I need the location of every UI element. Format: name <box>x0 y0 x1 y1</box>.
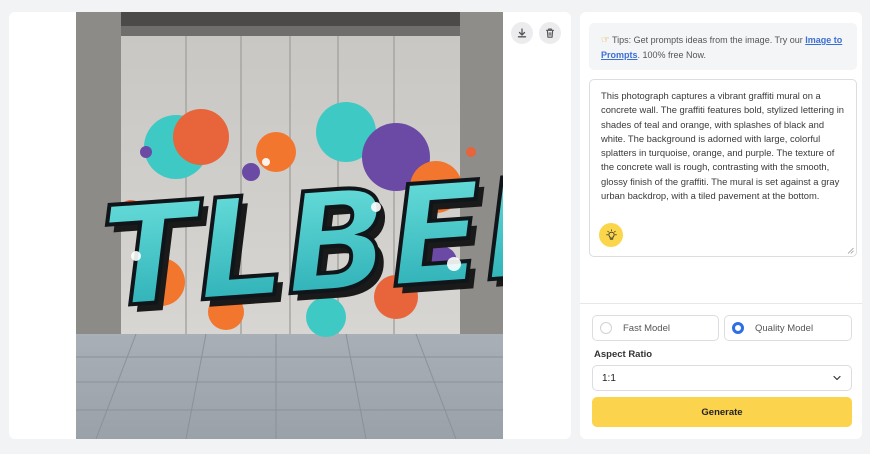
generated-image[interactable]: TLBER TLBER <box>76 12 503 439</box>
aspect-ratio-select[interactable]: 1:1 <box>592 365 852 391</box>
aspect-ratio-value: 1:1 <box>602 372 616 384</box>
fast-model-label: Fast Model <box>623 322 670 334</box>
tips-text: Tips: Get prompts ideas from the image. … <box>611 35 806 45</box>
control-panel: ☞ Tips: Get prompts ideas from the image.… <box>580 12 862 439</box>
fast-model-option[interactable]: Fast Model <box>592 315 719 341</box>
delete-button[interactable] <box>539 22 561 44</box>
download-icon <box>517 28 527 38</box>
generate-button[interactable]: Generate <box>592 397 852 427</box>
svg-text:TLBER: TLBER <box>97 144 503 339</box>
prompt-ideas-button[interactable] <box>599 223 623 247</box>
tips-text-end: . 100% free Now. <box>637 50 707 60</box>
section-divider <box>580 303 862 304</box>
pointing-hand-icon: ☞ <box>601 35 610 46</box>
chevron-down-icon <box>833 375 841 381</box>
aspect-ratio-label: Aspect Ratio <box>594 349 653 360</box>
quality-model-option[interactable]: Quality Model <box>724 315 852 341</box>
lightbulb-icon <box>605 228 617 240</box>
resize-handle-icon[interactable] <box>847 247 854 254</box>
fast-model-radio[interactable] <box>600 322 612 334</box>
prompt-text: This photograph captures a vibrant graff… <box>601 90 845 202</box>
image-panel: TLBER TLBER <box>9 12 571 439</box>
trash-icon <box>545 28 555 38</box>
graffiti-mural-photo: TLBER TLBER <box>76 12 503 439</box>
prompt-textarea[interactable]: This photograph captures a vibrant graff… <box>589 79 857 257</box>
download-button[interactable] <box>511 22 533 44</box>
quality-model-radio[interactable] <box>732 322 744 334</box>
tips-banner: ☞ Tips: Get prompts ideas from the image.… <box>589 23 857 70</box>
quality-model-label: Quality Model <box>755 322 814 334</box>
